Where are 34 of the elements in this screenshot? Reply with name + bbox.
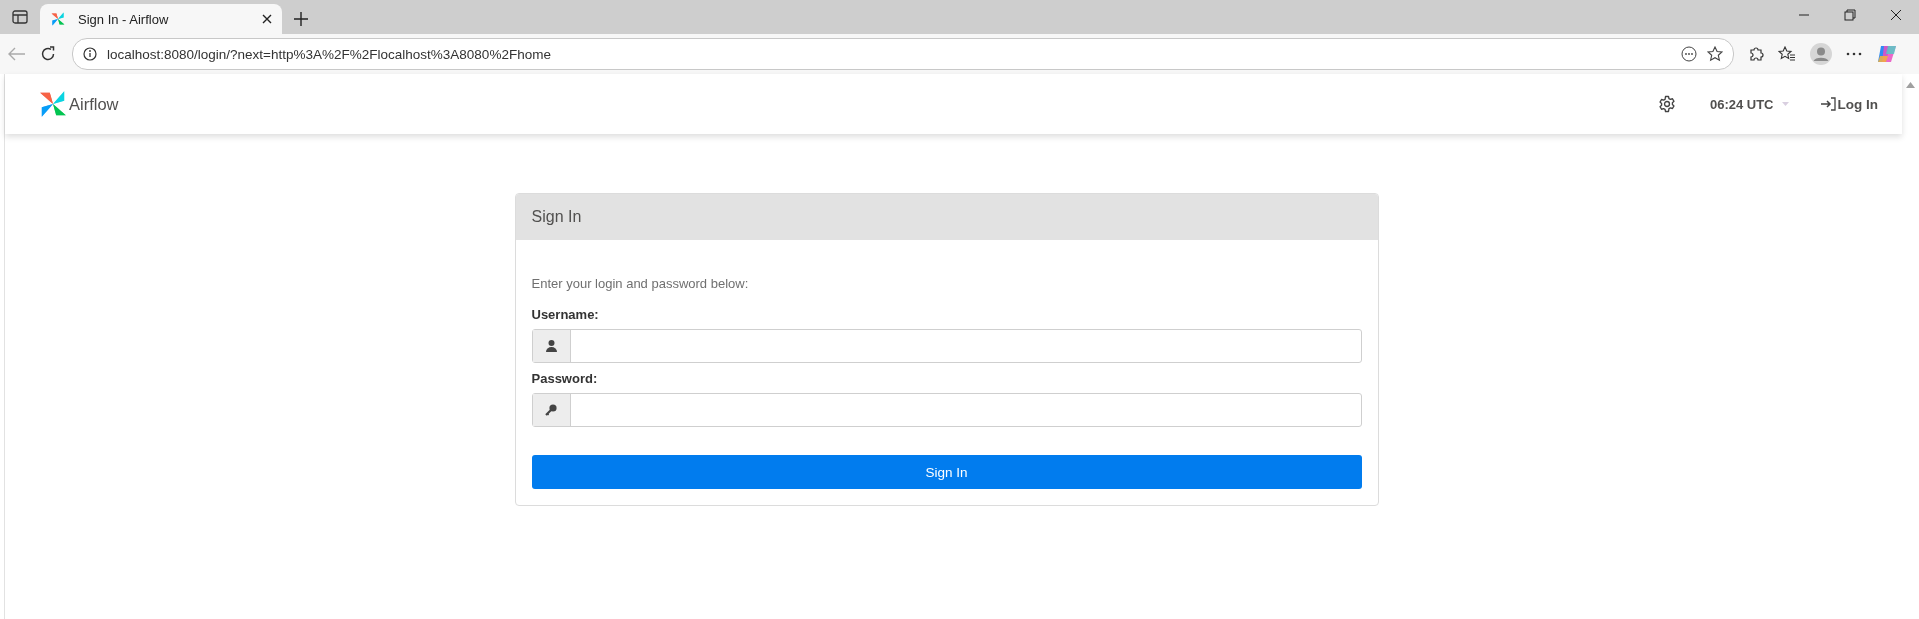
brand-link[interactable]: Airflow [69, 94, 119, 114]
sidebar-icon[interactable] [12, 10, 28, 24]
key-icon [545, 404, 557, 416]
log-in-link[interactable]: Log In [1820, 96, 1878, 112]
field-label: Password: [531, 371, 599, 386]
url-text: localhost:8080/login/?next=http%3A%2F%2Flocalhost%3A8080%2Fhome [107, 46, 552, 62]
more-icon[interactable] [1846, 52, 1862, 56]
tab-title: Sign In - Airflow [78, 11, 170, 27]
new-tab-icon[interactable] [294, 12, 308, 26]
star-icon[interactable] [1707, 46, 1723, 62]
pinwheel-icon [50, 11, 66, 27]
caret-icon [1781, 102, 1789, 106]
favorites-icon[interactable] [1778, 46, 1796, 62]
info-icon[interactable] [83, 47, 97, 61]
more-icon[interactable] [1681, 46, 1697, 62]
address-bar[interactable]: localhost:8080/login/?next=http%3A%2F%2Flocalhost%3A8080%2Fhome [72, 38, 1734, 70]
card-title: Sign In [515, 194, 1378, 240]
time-dropdown[interactable]: 06:24 UTC [1709, 96, 1789, 112]
puzzle-icon[interactable] [1748, 46, 1764, 62]
time-label: 06:24 UTC [1709, 96, 1774, 112]
sign-in-icon [1820, 97, 1836, 111]
settings-icon[interactable] [1657, 95, 1676, 113]
copilot-icon[interactable] [1876, 43, 1898, 65]
instructions-text: Enter your login and password below: [531, 276, 750, 291]
avatar-icon[interactable] [1810, 43, 1832, 65]
sign-in-button[interactable]: Sign In [531, 455, 1362, 489]
field-label: Username: [531, 307, 600, 322]
username-field[interactable] [531, 329, 1362, 363]
reload-icon[interactable] [40, 46, 56, 62]
scroll-up-icon[interactable] [1906, 82, 1915, 88]
browser-tab[interactable]: Sign In - Airflow [40, 4, 282, 34]
close-icon[interactable] [262, 14, 272, 24]
user-icon [545, 340, 557, 352]
password-field[interactable] [531, 393, 1362, 427]
